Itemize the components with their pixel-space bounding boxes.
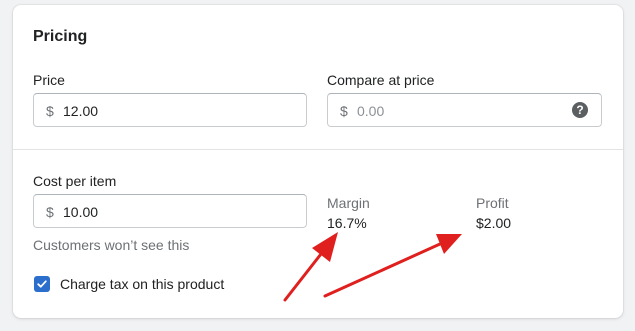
annotation-arrow-margin [283, 232, 338, 302]
annotation-arrow-profit [323, 234, 462, 298]
annotation-arrows [283, 232, 462, 302]
